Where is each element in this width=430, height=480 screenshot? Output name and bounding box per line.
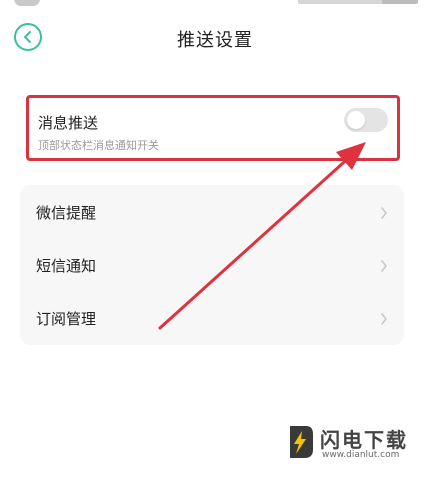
chevron-right-icon [381,260,387,272]
list-item-label: 短信通知 [36,257,97,275]
message-push-toggle[interactable] [344,108,388,132]
header: 推送设置 [0,14,430,60]
lightning-logo-icon [290,426,313,458]
watermark-name: 闪电下载 [320,428,408,452]
list-item-sms-notification[interactable]: 短信通知 [20,240,404,293]
settings-list: 微信提醒 短信通知 订阅管理 [20,185,404,345]
chevron-right-icon [381,313,387,325]
list-item-subscription-management[interactable]: 订阅管理 [20,293,404,346]
watermark-url: www.dianlut.com [322,450,400,460]
message-push-subtitle: 顶部状态栏消息通知开关 [38,139,159,152]
watermark: 闪电下载 www.dianlut.com [286,420,426,468]
status-bar-left [14,0,40,6]
list-item-label: 订阅管理 [36,310,97,328]
toggle-knob [347,111,365,129]
list-item-wechat-reminder[interactable]: 微信提醒 [20,187,404,240]
status-bar-right [298,0,418,4]
message-push-title: 消息推送 [38,114,99,132]
chevron-right-icon [381,207,387,219]
list-item-label: 微信提醒 [36,204,97,222]
message-push-setting: 消息推送 顶部状态栏消息通知开关 [26,95,400,161]
page-title: 推送设置 [177,30,253,51]
status-bar [0,0,430,8]
